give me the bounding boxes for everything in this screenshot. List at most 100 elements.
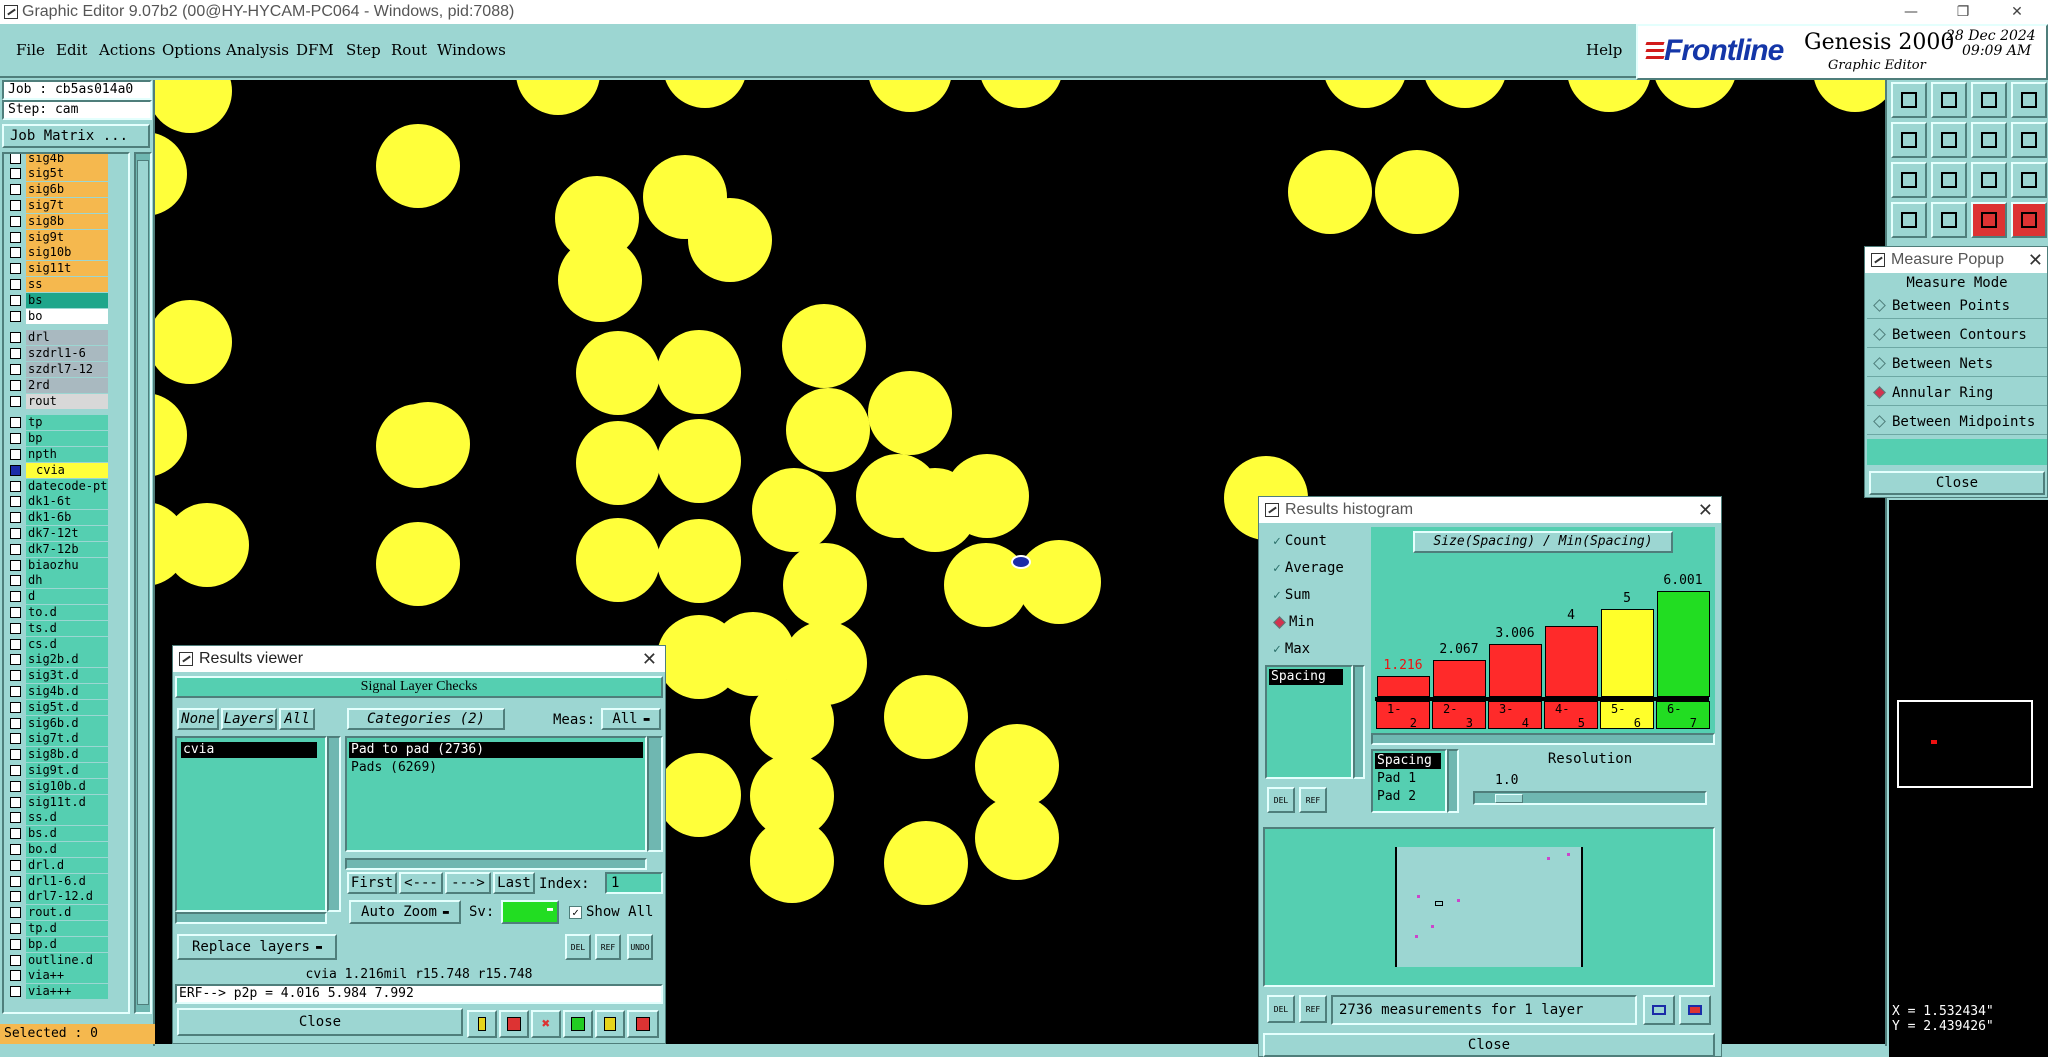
spacing-list[interactable]: Spacing (1265, 665, 1353, 779)
layer-checkbox[interactable] (10, 938, 21, 950)
layer-checkbox[interactable] (10, 543, 21, 555)
layer-name[interactable]: dh (26, 573, 108, 589)
layer-row[interactable]: dk1-6t (10, 494, 128, 510)
layer-name[interactable]: npth (26, 446, 108, 462)
layer-name[interactable]: cs.d (26, 636, 108, 652)
layer-name[interactable]: bp.d (26, 936, 108, 952)
layer-row[interactable]: dk7-12t (10, 525, 128, 541)
layer-checkbox[interactable] (10, 907, 21, 919)
layer-name[interactable]: sig4b (26, 154, 108, 166)
layer-row[interactable]: sig2b.d (10, 652, 128, 668)
layer-checkbox[interactable] (10, 954, 21, 966)
layer-row[interactable]: 2rd (10, 377, 128, 393)
layer-checkbox[interactable] (10, 215, 21, 227)
layer-name[interactable]: dk1-6t (26, 494, 108, 510)
layer-row[interactable]: to.d (10, 604, 128, 620)
measure-close-button[interactable]: Close (1869, 471, 2045, 495)
show-all-checkbox[interactable]: ✓ Show All (569, 904, 653, 920)
redraw-icon[interactable] (2011, 122, 2047, 158)
layer-checkbox[interactable] (10, 417, 21, 429)
layer-name[interactable]: to.d (26, 604, 108, 620)
layer-row[interactable]: drl (10, 330, 128, 346)
layer-name[interactable]: sig7t.d (26, 731, 108, 747)
categories-button[interactable]: Categories (2) (347, 708, 505, 730)
layer-checkbox[interactable] (10, 796, 21, 808)
layer-row[interactable]: datecode-pt (10, 478, 128, 494)
menu-actions[interactable]: Actions (99, 41, 155, 59)
layer-name[interactable]: drl.d (26, 857, 108, 873)
layer-list-vscroll[interactable] (327, 736, 341, 912)
layer-row[interactable]: npth (10, 446, 128, 462)
layer-row[interactable]: rout.d (10, 905, 128, 921)
layer-row[interactable]: dk1-6b (10, 510, 128, 526)
layer-checkbox[interactable] (10, 247, 21, 259)
layer-checkbox[interactable] (10, 363, 21, 375)
layer-checkbox[interactable] (10, 294, 21, 306)
meas-dropdown[interactable]: All ▬ (601, 708, 661, 730)
snap-icon[interactable] (1971, 202, 2007, 238)
prev-button[interactable]: <--- (399, 872, 443, 894)
layer-name[interactable]: 2rd (26, 377, 108, 393)
bin-label[interactable]: 2- 3 (1432, 701, 1486, 730)
layer-row[interactable]: dh (10, 573, 128, 589)
layer-name[interactable]: drl1-6.d (26, 873, 108, 889)
layer-checkbox[interactable] (10, 154, 21, 164)
layer-checkbox[interactable] (10, 859, 21, 871)
layer-name[interactable]: via++ (26, 968, 108, 984)
layer-row[interactable]: bp (10, 431, 128, 447)
replace-layers-dropdown[interactable]: Replace layers ▬ (177, 934, 337, 960)
resolution-slider[interactable] (1473, 791, 1707, 805)
field-list-item[interactable]: Pad 1 (1375, 771, 1416, 786)
first-button[interactable]: First (347, 872, 397, 894)
histogram-bar[interactable] (1545, 626, 1598, 697)
category-item[interactable]: Pad to pad (2736) (349, 742, 643, 758)
chart-tool-icon[interactable] (467, 1010, 497, 1038)
mode-max[interactable]: ✓ Max (1269, 641, 1310, 657)
mode-annular-ring[interactable]: Annular Ring (1867, 380, 2047, 406)
layer-checkbox[interactable] (10, 733, 21, 745)
layer-checkbox[interactable] (10, 527, 21, 539)
layer-checkbox[interactable] (10, 970, 21, 982)
layer-checkbox[interactable] (10, 717, 21, 729)
layer-row[interactable]: sig9t.d (10, 762, 128, 778)
layer-row[interactable]: sig6b.d (10, 715, 128, 731)
layer-name[interactable]: bs (26, 292, 108, 308)
menu-file[interactable]: File (16, 41, 45, 59)
layer-checkbox[interactable] (10, 654, 21, 666)
menu-rout[interactable]: Rout (391, 41, 427, 59)
last-button[interactable]: Last (493, 872, 535, 894)
layer-name[interactable]: dk7-12t (26, 525, 108, 541)
layer-row[interactable]: ss.d (10, 810, 128, 826)
layer-row[interactable]: sig11t (10, 261, 128, 277)
layer-row[interactable]: cs.d (10, 636, 128, 652)
histogram-bar[interactable] (1433, 660, 1486, 697)
layer-row[interactable]: rout (10, 393, 128, 409)
layer-row[interactable]: bs (10, 292, 128, 308)
histogram-bar[interactable] (1657, 591, 1710, 697)
layer-name[interactable]: sig4b.d (26, 683, 108, 699)
layer-checkbox[interactable] (10, 348, 21, 360)
layer-name[interactable]: rout (26, 393, 108, 409)
layer-name[interactable]: szdrl1-6 (26, 346, 108, 362)
graph-tool-icon[interactable]: ✖ (531, 1010, 561, 1038)
layer-row[interactable]: tp (10, 415, 128, 431)
layer-row[interactable]: sig10b (10, 245, 128, 261)
layer-name[interactable]: dk1-6b (26, 510, 108, 526)
layer-name[interactable]: bp (26, 431, 108, 447)
layer-row[interactable]: tp.d (10, 920, 128, 936)
zoom-out-icon[interactable] (1931, 82, 1967, 118)
layer-row[interactable]: bs.d (10, 826, 128, 842)
hist-del-button[interactable]: DEL (1267, 787, 1295, 813)
ref-button[interactable]: REF (595, 934, 621, 960)
layer-name[interactable]: sig9t (26, 229, 108, 245)
preview-del-button[interactable]: DEL (1267, 995, 1295, 1023)
layer-name[interactable]: via+++ (26, 984, 108, 1000)
layer-row[interactable]: sig11t.d (10, 794, 128, 810)
layer-row[interactable]: bo (10, 308, 128, 324)
layer-row[interactable]: szdrl1-6 (10, 346, 128, 362)
layer-row[interactable]: ss (10, 276, 128, 292)
result-layer-list[interactable]: cvia (175, 736, 327, 912)
layer-checkbox[interactable] (10, 184, 21, 196)
layer-name[interactable]: datecode-pt (26, 478, 108, 494)
overview-window[interactable] (1889, 500, 2048, 1057)
